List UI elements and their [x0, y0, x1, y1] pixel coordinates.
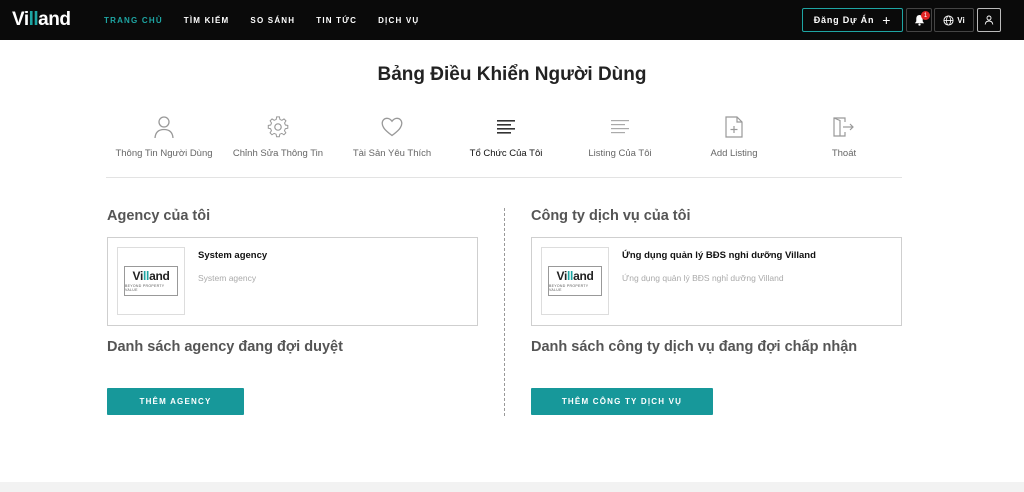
add-service-company-button[interactable]: THÊM CÔNG TY DỊCH VỤ: [531, 388, 713, 415]
plus-icon: +: [882, 12, 892, 28]
service-card[interactable]: Villand BEYOND PROPERTY VALUE Ứng dụng q…: [531, 237, 902, 326]
file-plus-icon: [725, 116, 743, 138]
tab-label: Chỉnh Sửa Thông Tin: [232, 148, 324, 159]
footer-strip: [0, 482, 1024, 492]
tab-logout[interactable]: Thoát: [786, 112, 902, 159]
pending-service-title: Danh sách công ty dịch vụ đang đợi chấp …: [531, 339, 858, 355]
pending-agency-title: Danh sách agency đang đợi duyệt: [107, 339, 343, 355]
tab-label: Add Listing: [710, 148, 758, 159]
service-name: Ứng dụng quản lý BĐS nghỉ dưỡng Villand: [622, 250, 816, 261]
agency-name: System agency: [198, 250, 268, 261]
language-button[interactable]: Vi: [934, 8, 974, 32]
gear-icon: [267, 116, 289, 138]
tab-favorites[interactable]: Tài Sản Yêu Thích: [334, 112, 450, 159]
service-thumbnail: Villand BEYOND PROPERTY VALUE: [541, 247, 609, 315]
tab-edit-info[interactable]: Chỉnh Sửa Thông Tin: [220, 112, 336, 159]
tab-user-info[interactable]: Thông Tin Người Dùng: [106, 112, 222, 159]
heart-icon: [381, 117, 403, 137]
tab-my-listings[interactable]: Listing Của Tôi: [562, 112, 678, 159]
column-divider: [504, 208, 505, 416]
main-nav: TRANG CHỦ TÌM KIẾM SO SÁNH TIN TỨC DỊCH …: [104, 0, 440, 40]
list-icon: [611, 120, 629, 134]
logout-icon: [833, 117, 854, 137]
tab-label: Thông Tin Người Dùng: [115, 148, 213, 159]
post-project-label: Đăng Dự Án: [813, 15, 875, 25]
account-button[interactable]: [977, 8, 1001, 32]
post-project-button[interactable]: Đăng Dự Án +: [802, 8, 903, 32]
service-section-title: Công ty dịch vụ của tôi: [531, 208, 691, 224]
agency-description: System agency: [198, 273, 257, 283]
nav-services[interactable]: DỊCH VỤ: [378, 16, 419, 25]
user-icon: [984, 15, 994, 25]
user-icon: [154, 116, 174, 139]
tab-label: Listing Của Tôi: [588, 148, 652, 159]
nav-news[interactable]: TIN TỨC: [316, 16, 357, 25]
villand-logo[interactable]: Villand: [12, 9, 71, 31]
language-label: Vi: [957, 15, 965, 25]
nav-compare[interactable]: SO SÁNH: [250, 16, 295, 25]
nav-search[interactable]: TÌM KIẾM: [184, 16, 230, 25]
agency-card[interactable]: Villand BEYOND PROPERTY VALUE System age…: [107, 237, 478, 326]
dashboard-tabs: Thông Tin Người Dùng Chỉnh Sửa Thông Tin…: [106, 112, 902, 178]
globe-icon: [943, 14, 954, 26]
nav-home[interactable]: TRANG CHỦ: [104, 16, 163, 25]
villand-logo: Villand BEYOND PROPERTY VALUE: [548, 266, 602, 296]
tab-label: Thoát: [831, 148, 857, 159]
add-agency-button[interactable]: THÊM AGENCY: [107, 388, 244, 415]
service-description: Ứng dụng quản lý BĐS nghỉ dưỡng Villand: [622, 273, 784, 283]
tab-my-organization[interactable]: Tổ Chức Của Tôi: [448, 112, 564, 159]
notification-badge: 1: [921, 11, 930, 20]
page-title: Bảng Điều Khiển Người Dùng: [377, 64, 647, 85]
villand-logo: Villand BEYOND PROPERTY VALUE: [124, 266, 178, 296]
notification-button[interactable]: 1: [906, 8, 932, 32]
top-navbar: Villand TRANG CHỦ TÌM KIẾM SO SÁNH TIN T…: [0, 0, 1024, 40]
agency-section-title: Agency của tôi: [107, 208, 211, 224]
tab-add-listing[interactable]: Add Listing: [676, 112, 792, 159]
agency-thumbnail: Villand BEYOND PROPERTY VALUE: [117, 247, 185, 315]
tab-label: Tổ Chức Của Tôi: [469, 148, 543, 159]
tab-label: Tài Sản Yêu Thích: [352, 148, 432, 159]
align-left-icon: [497, 120, 515, 134]
